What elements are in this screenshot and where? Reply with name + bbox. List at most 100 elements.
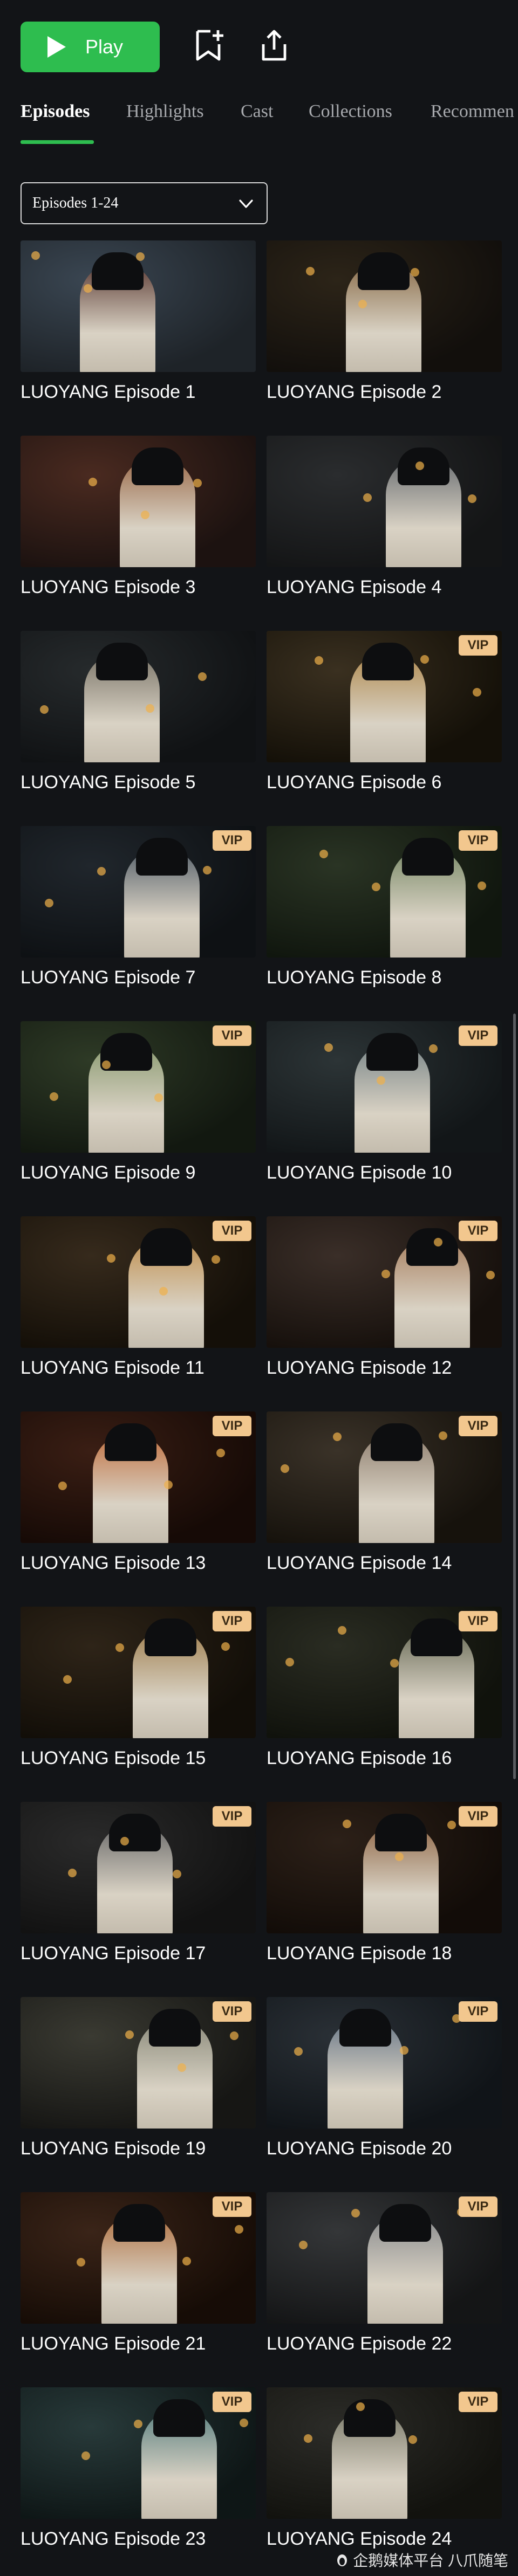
- episode-card[interactable]: VIP LUOYANG Episode 11: [21, 1216, 256, 1400]
- thumbnail-light: [343, 1820, 351, 1828]
- episode-title[interactable]: LUOYANG Episode 15: [21, 1748, 206, 1769]
- episode-card[interactable]: VIP LUOYANG Episode 10: [267, 1021, 502, 1204]
- thumbnail-light: [358, 300, 367, 308]
- episode-thumbnail[interactable]: VIP: [21, 1607, 256, 1738]
- thumbnail-light: [45, 899, 53, 907]
- episode-title[interactable]: LUOYANG Episode 2: [267, 382, 441, 403]
- vip-badge: VIP: [459, 1611, 497, 1631]
- episode-thumbnail[interactable]: VIP: [21, 1021, 256, 1153]
- episode-card[interactable]: VIP LUOYANG Episode 8: [267, 826, 502, 1009]
- thumbnail-light: [178, 2063, 186, 2072]
- episode-card[interactable]: VIP LUOYANG Episode 22: [267, 2192, 502, 2375]
- episode-title[interactable]: LUOYANG Episode 13: [21, 1553, 206, 1574]
- vip-badge: VIP: [213, 1806, 251, 1827]
- episode-card[interactable]: VIP LUOYANG Episode 21: [21, 2192, 256, 2375]
- episode-card[interactable]: VIP LUOYANG Episode 13: [21, 1411, 256, 1595]
- episode-title[interactable]: LUOYANG Episode 6: [267, 772, 441, 793]
- episode-card[interactable]: VIP LUOYANG Episode 20: [267, 1997, 502, 2180]
- episode-thumbnail[interactable]: VIP: [21, 2387, 256, 2519]
- thumbnail-light: [429, 1044, 438, 1053]
- thumbnail-light: [381, 1270, 390, 1278]
- episode-thumbnail[interactable]: VIP: [21, 2192, 256, 2324]
- episode-thumbnail[interactable]: VIP: [21, 1997, 256, 2129]
- episode-card[interactable]: VIP LUOYANG Episode 6: [267, 631, 502, 814]
- episode-title[interactable]: LUOYANG Episode 17: [21, 1943, 206, 1964]
- episode-title[interactable]: LUOYANG Episode 3: [21, 577, 195, 598]
- episode-title[interactable]: LUOYANG Episode 9: [21, 1162, 195, 1183]
- thumbnail-light: [136, 252, 145, 261]
- episode-card[interactable]: VIP LUOYANG Episode 7: [21, 826, 256, 1009]
- thumbnail-hat: [136, 838, 188, 876]
- episode-title[interactable]: LUOYANG Episode 7: [21, 967, 195, 988]
- thumbnail-hat: [362, 643, 414, 680]
- episode-card[interactable]: VIP LUOYANG Episode 24: [267, 2387, 502, 2571]
- vip-badge: VIP: [459, 1806, 497, 1827]
- episode-title[interactable]: LUOYANG Episode 22: [267, 2333, 452, 2354]
- thumbnail-hat: [153, 2399, 205, 2437]
- episode-title[interactable]: LUOYANG Episode 24: [267, 2529, 452, 2550]
- thumbnail-light: [31, 251, 40, 260]
- episode-card[interactable]: LUOYANG Episode 5: [21, 631, 256, 814]
- episode-title[interactable]: LUOYANG Episode 5: [21, 772, 195, 793]
- episode-card[interactable]: VIP LUOYANG Episode 15: [21, 1607, 256, 1790]
- scrollbar[interactable]: [513, 1014, 516, 1779]
- episode-title[interactable]: LUOYANG Episode 23: [21, 2529, 206, 2550]
- episode-card[interactable]: VIP LUOYANG Episode 9: [21, 1021, 256, 1204]
- episode-title[interactable]: LUOYANG Episode 8: [267, 967, 441, 988]
- vip-badge: VIP: [213, 1221, 251, 1241]
- vip-badge: VIP: [459, 830, 497, 851]
- episode-card[interactable]: VIP LUOYANG Episode 12: [267, 1216, 502, 1400]
- thumbnail-light: [486, 1271, 495, 1279]
- episode-title[interactable]: LUOYANG Episode 12: [267, 1358, 452, 1379]
- thumbnail-light: [395, 1852, 404, 1861]
- episode-title[interactable]: LUOYANG Episode 21: [21, 2333, 206, 2354]
- episode-thumbnail[interactable]: [267, 240, 502, 372]
- episode-thumbnail[interactable]: [21, 240, 256, 372]
- episode-title[interactable]: LUOYANG Episode 11: [21, 1358, 205, 1379]
- episode-card[interactable]: VIP LUOYANG Episode 23: [21, 2387, 256, 2571]
- episode-thumbnail[interactable]: VIP: [267, 631, 502, 762]
- episode-card[interactable]: LUOYANG Episode 1: [21, 240, 256, 424]
- thumbnail-light: [164, 1480, 173, 1489]
- episode-thumbnail[interactable]: VIP: [267, 2192, 502, 2324]
- thumbnail-light: [134, 2420, 142, 2428]
- episode-thumbnail[interactable]: VIP: [21, 1216, 256, 1348]
- episode-card[interactable]: LUOYANG Episode 4: [267, 436, 502, 619]
- episode-thumbnail[interactable]: VIP: [21, 1802, 256, 1933]
- episode-thumbnail[interactable]: VIP: [267, 826, 502, 958]
- thumbnail-light: [81, 2451, 90, 2460]
- episode-title[interactable]: LUOYANG Episode 10: [267, 1162, 452, 1183]
- episode-title[interactable]: LUOYANG Episode 20: [267, 2138, 452, 2159]
- thumbnail-light: [221, 1642, 230, 1651]
- episode-thumbnail[interactable]: [21, 631, 256, 762]
- episode-thumbnail[interactable]: VIP: [267, 2387, 502, 2519]
- episode-title[interactable]: LUOYANG Episode 16: [267, 1748, 452, 1769]
- episode-title[interactable]: LUOYANG Episode 14: [267, 1553, 452, 1574]
- episode-card[interactable]: VIP LUOYANG Episode 18: [267, 1802, 502, 1985]
- episode-card[interactable]: VIP LUOYANG Episode 14: [267, 1411, 502, 1595]
- episode-card[interactable]: VIP LUOYANG Episode 16: [267, 1607, 502, 1790]
- episode-title[interactable]: LUOYANG Episode 1: [21, 382, 195, 403]
- episode-thumbnail[interactable]: VIP: [267, 1997, 502, 2129]
- vip-badge: VIP: [459, 1221, 497, 1241]
- episode-thumbnail[interactable]: VIP: [267, 1216, 502, 1348]
- episode-title[interactable]: LUOYANG Episode 4: [267, 577, 441, 598]
- episode-thumbnail[interactable]: VIP: [267, 1607, 502, 1738]
- episode-card[interactable]: VIP LUOYANG Episode 17: [21, 1802, 256, 1985]
- episode-card[interactable]: LUOYANG Episode 3: [21, 436, 256, 619]
- episode-thumbnail[interactable]: VIP: [267, 1411, 502, 1543]
- episode-title[interactable]: LUOYANG Episode 19: [21, 2138, 206, 2159]
- thumbnail-light: [212, 1255, 220, 1264]
- thumbnail-hat: [371, 1423, 422, 1461]
- thumbnail-light: [415, 462, 424, 470]
- episode-card[interactable]: VIP LUOYANG Episode 19: [21, 1997, 256, 2180]
- episode-card[interactable]: LUOYANG Episode 2: [267, 240, 502, 424]
- episode-title[interactable]: LUOYANG Episode 18: [267, 1943, 452, 1964]
- episode-thumbnail[interactable]: VIP: [267, 1802, 502, 1933]
- episode-thumbnail[interactable]: VIP: [21, 1411, 256, 1543]
- thumbnail-light: [173, 1870, 181, 1878]
- episode-thumbnail[interactable]: VIP: [267, 1021, 502, 1153]
- episode-thumbnail[interactable]: [21, 436, 256, 567]
- episode-thumbnail[interactable]: VIP: [21, 826, 256, 958]
- episode-thumbnail[interactable]: [267, 436, 502, 567]
